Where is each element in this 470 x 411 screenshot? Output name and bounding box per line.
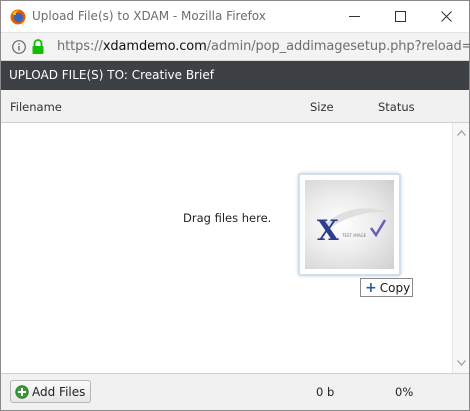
drag-files-hint: Drag files here.	[183, 211, 272, 225]
total-status: 0%	[395, 385, 414, 399]
vertical-scrollbar[interactable]	[452, 123, 469, 373]
total-size: 0 b	[316, 385, 335, 399]
xdam-test-image: X TEST IMAGE	[305, 180, 394, 269]
close-icon	[440, 10, 452, 22]
plus-icon: +	[365, 279, 377, 296]
upload-footer: Add Files 0 b 0%	[1, 373, 469, 410]
url-text[interactable]: https://xdamdemo.com/admin/pop_addimages…	[57, 39, 470, 54]
file-drop-zone[interactable]: Drag files here. X TEST IMAGE + Copy	[1, 123, 469, 373]
svg-text:X: X	[317, 214, 339, 247]
column-filename: Filename	[10, 100, 62, 114]
upload-target-title: UPLOAD FILE(S) TO: Creative Brief	[9, 68, 214, 82]
url-host: xdamdemo.com	[102, 39, 207, 54]
scroll-up-arrow-icon[interactable]	[453, 125, 469, 141]
scroll-down-arrow-icon[interactable]	[453, 355, 469, 371]
column-size: Size	[310, 100, 334, 114]
url-path: /admin/pop_addimagesetup.php?reload=fa	[206, 39, 470, 54]
url-scheme: https://	[57, 39, 103, 54]
maximize-button[interactable]	[377, 1, 423, 31]
window-title: Upload File(s) to XDAM - Mozilla Firefox	[32, 9, 266, 23]
add-files-button[interactable]: Add Files	[10, 380, 91, 403]
browser-popup-window: Upload File(s) to XDAM - Mozilla Firefox…	[0, 0, 470, 411]
minimize-icon	[348, 15, 360, 17]
maximize-icon	[394, 10, 406, 22]
title-bar: Upload File(s) to XDAM - Mozilla Firefox	[1, 1, 469, 32]
lock-icon[interactable]	[31, 39, 45, 55]
column-status: Status	[378, 100, 415, 114]
upload-target-header: UPLOAD FILE(S) TO: Creative Brief	[1, 61, 469, 90]
drag-copy-label: Copy	[379, 280, 411, 295]
file-list-header: Filename Size Status	[1, 90, 469, 123]
info-icon[interactable]	[12, 40, 26, 54]
firefox-icon	[10, 9, 26, 25]
close-button[interactable]	[423, 1, 469, 31]
address-bar[interactable]: https://xdamdemo.com/admin/pop_addimages…	[1, 32, 470, 61]
minimize-button[interactable]	[331, 1, 377, 31]
add-circle-icon	[15, 384, 29, 399]
dragged-image-thumbnail: X TEST IMAGE	[298, 173, 401, 276]
xdam-logo-image: X TEST IMAGE	[317, 208, 389, 247]
svg-text:TEST IMAGE: TEST IMAGE	[341, 233, 367, 238]
drag-copy-tooltip: + Copy	[360, 278, 413, 297]
add-files-label: Add Files	[32, 384, 86, 399]
